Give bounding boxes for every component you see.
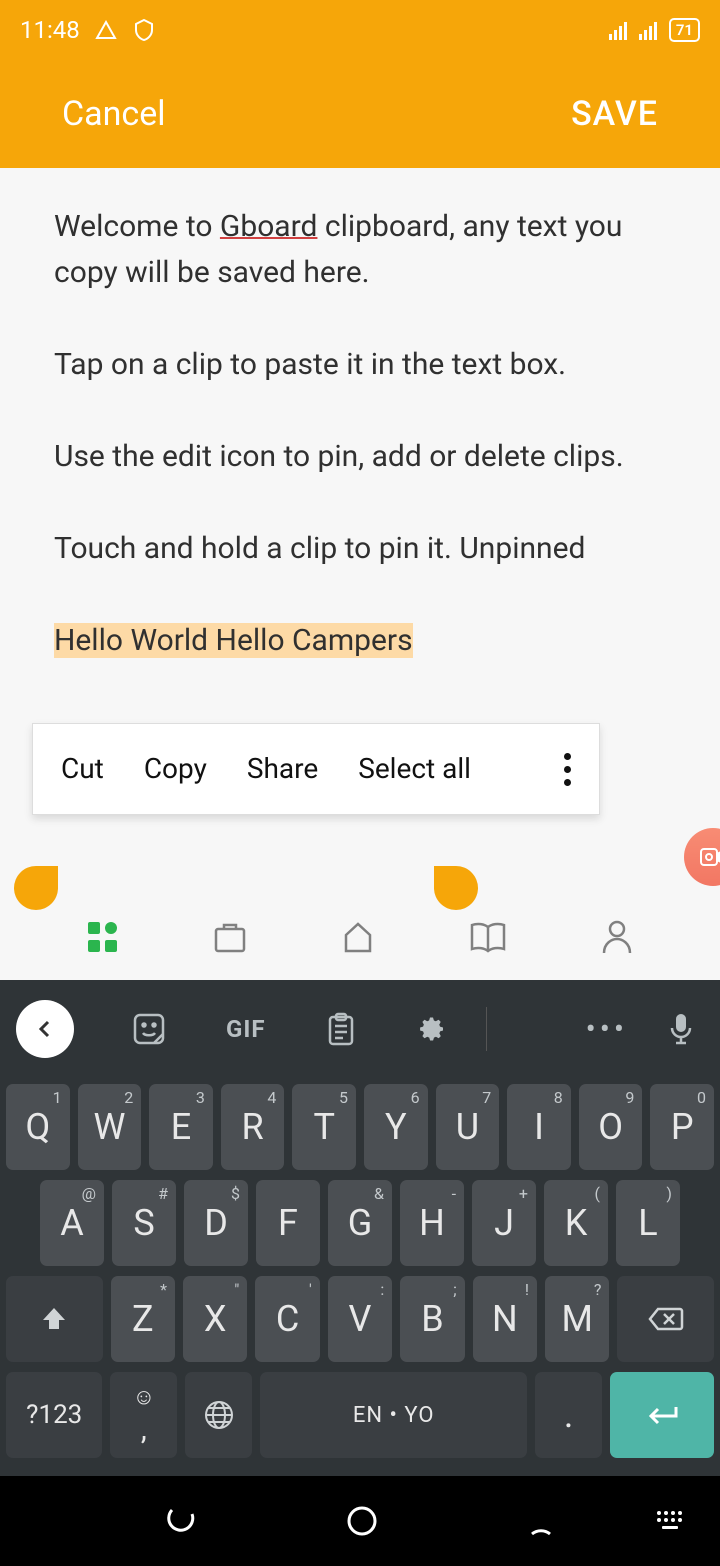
notification-icon [94, 18, 118, 42]
enter-key[interactable] [610, 1372, 714, 1458]
key-z[interactable]: Z* [111, 1276, 175, 1362]
keyboard-row-1: Q1W2E3R4T5Y6U7I8O9P0 [6, 1084, 714, 1170]
key-m[interactable]: M? [545, 1276, 609, 1362]
clipboard-text-3: Use the edit icon to pin, add or delete … [54, 434, 666, 480]
key-b[interactable]: B; [400, 1276, 464, 1362]
person-icon[interactable] [600, 919, 634, 955]
briefcase-icon[interactable] [212, 919, 248, 955]
keyboard-row-4: ?123 ☺, EN • YO . [6, 1372, 714, 1458]
keyboard-row-3: Z*X"C'V:B;N!M? [6, 1276, 714, 1362]
grid-icon[interactable] [86, 920, 120, 954]
shift-key[interactable] [6, 1276, 103, 1362]
cancel-button[interactable]: Cancel [62, 94, 166, 134]
key-i[interactable]: I8 [507, 1084, 571, 1170]
status-bar: 11:48 71 [0, 0, 720, 60]
clipboard-text-2: Tap on a clip to paste it in the text bo… [54, 342, 666, 388]
status-time: 11:48 [20, 16, 80, 44]
back-icon[interactable] [16, 1000, 74, 1058]
key-p[interactable]: P0 [650, 1084, 714, 1170]
key-u[interactable]: U7 [436, 1084, 500, 1170]
signal-icon [609, 20, 631, 40]
space-key[interactable]: EN • YO [260, 1372, 527, 1458]
key-x[interactable]: X" [183, 1276, 247, 1362]
key-y[interactable]: Y6 [364, 1084, 428, 1170]
selection-handle-end[interactable] [434, 866, 478, 910]
key-w[interactable]: W2 [78, 1084, 142, 1170]
divider [486, 1007, 487, 1051]
camera-fab[interactable] [684, 828, 720, 886]
clipboard-text-1: Welcome to Gboard clipboard, any text yo… [54, 204, 666, 296]
key-d[interactable]: D$ [184, 1180, 248, 1266]
key-k[interactable]: K( [544, 1180, 608, 1266]
keyboard-row-2: A@S#D$FG&H-J+K(L) [6, 1180, 714, 1266]
gif-button[interactable]: GIF [226, 1015, 266, 1043]
home-button[interactable] [345, 1504, 379, 1538]
globe-key[interactable] [185, 1372, 252, 1458]
period-key[interactable]: . [535, 1372, 602, 1458]
text-context-menu: Cut Copy Share Select all [32, 723, 600, 815]
clipboard-text-4: Touch and hold a clip to pin it. Unpinne… [54, 526, 666, 572]
key-r[interactable]: R4 [221, 1084, 285, 1170]
emoji-key[interactable]: ☺, [110, 1372, 177, 1458]
key-f[interactable]: F [256, 1180, 320, 1266]
key-a[interactable]: A@ [40, 1180, 104, 1266]
key-c[interactable]: C' [255, 1276, 319, 1362]
app-header: Cancel SAVE [0, 60, 720, 168]
key-h[interactable]: H- [400, 1180, 464, 1266]
recents-button[interactable] [164, 1504, 198, 1538]
key-q[interactable]: Q1 [6, 1084, 70, 1170]
key-n[interactable]: N! [473, 1276, 537, 1362]
system-nav-bar [0, 1476, 720, 1566]
key-o[interactable]: O9 [579, 1084, 643, 1170]
mic-icon[interactable] [668, 1012, 694, 1046]
clipboard-icon[interactable] [326, 1012, 356, 1046]
symbols-key[interactable]: ?123 [6, 1372, 102, 1458]
settings-icon[interactable] [416, 1013, 448, 1045]
battery-icon: 71 [669, 18, 700, 42]
keyboard-switch-icon[interactable] [656, 1510, 688, 1532]
save-button[interactable]: SAVE [571, 94, 658, 134]
select-all-option[interactable]: Select all [358, 746, 471, 792]
home-icon[interactable] [340, 919, 376, 955]
cut-option[interactable]: Cut [61, 746, 104, 792]
key-g[interactable]: G& [328, 1180, 392, 1266]
selection-handle-start[interactable] [14, 866, 58, 910]
note-editor[interactable]: Welcome to Gboard clipboard, any text yo… [0, 168, 720, 894]
share-option[interactable]: Share [247, 746, 318, 792]
copy-option[interactable]: Copy [144, 746, 207, 792]
keyboard-toolbar: GIF ••• [0, 980, 720, 1078]
selected-text[interactable]: Hello World Hello Campers [54, 618, 666, 664]
key-j[interactable]: J+ [472, 1180, 536, 1266]
book-icon[interactable] [468, 919, 508, 955]
more-options-icon[interactable] [564, 753, 571, 786]
keyboard: GIF ••• Q1W2E3R4T5Y6U7I8O9P0 A@S#D$FG&H-… [0, 980, 720, 1476]
signal-icon-2 [639, 20, 661, 40]
key-t[interactable]: T5 [292, 1084, 356, 1170]
shield-icon [132, 18, 156, 42]
key-l[interactable]: L) [616, 1180, 680, 1266]
back-button[interactable] [526, 1504, 556, 1538]
bottom-toolbar [0, 894, 720, 980]
sticker-icon[interactable] [132, 1012, 166, 1046]
key-e[interactable]: E3 [149, 1084, 213, 1170]
key-s[interactable]: S# [112, 1180, 176, 1266]
key-v[interactable]: V: [328, 1276, 392, 1362]
backspace-key[interactable] [617, 1276, 714, 1362]
keyboard-more-icon[interactable]: ••• [586, 1012, 628, 1047]
